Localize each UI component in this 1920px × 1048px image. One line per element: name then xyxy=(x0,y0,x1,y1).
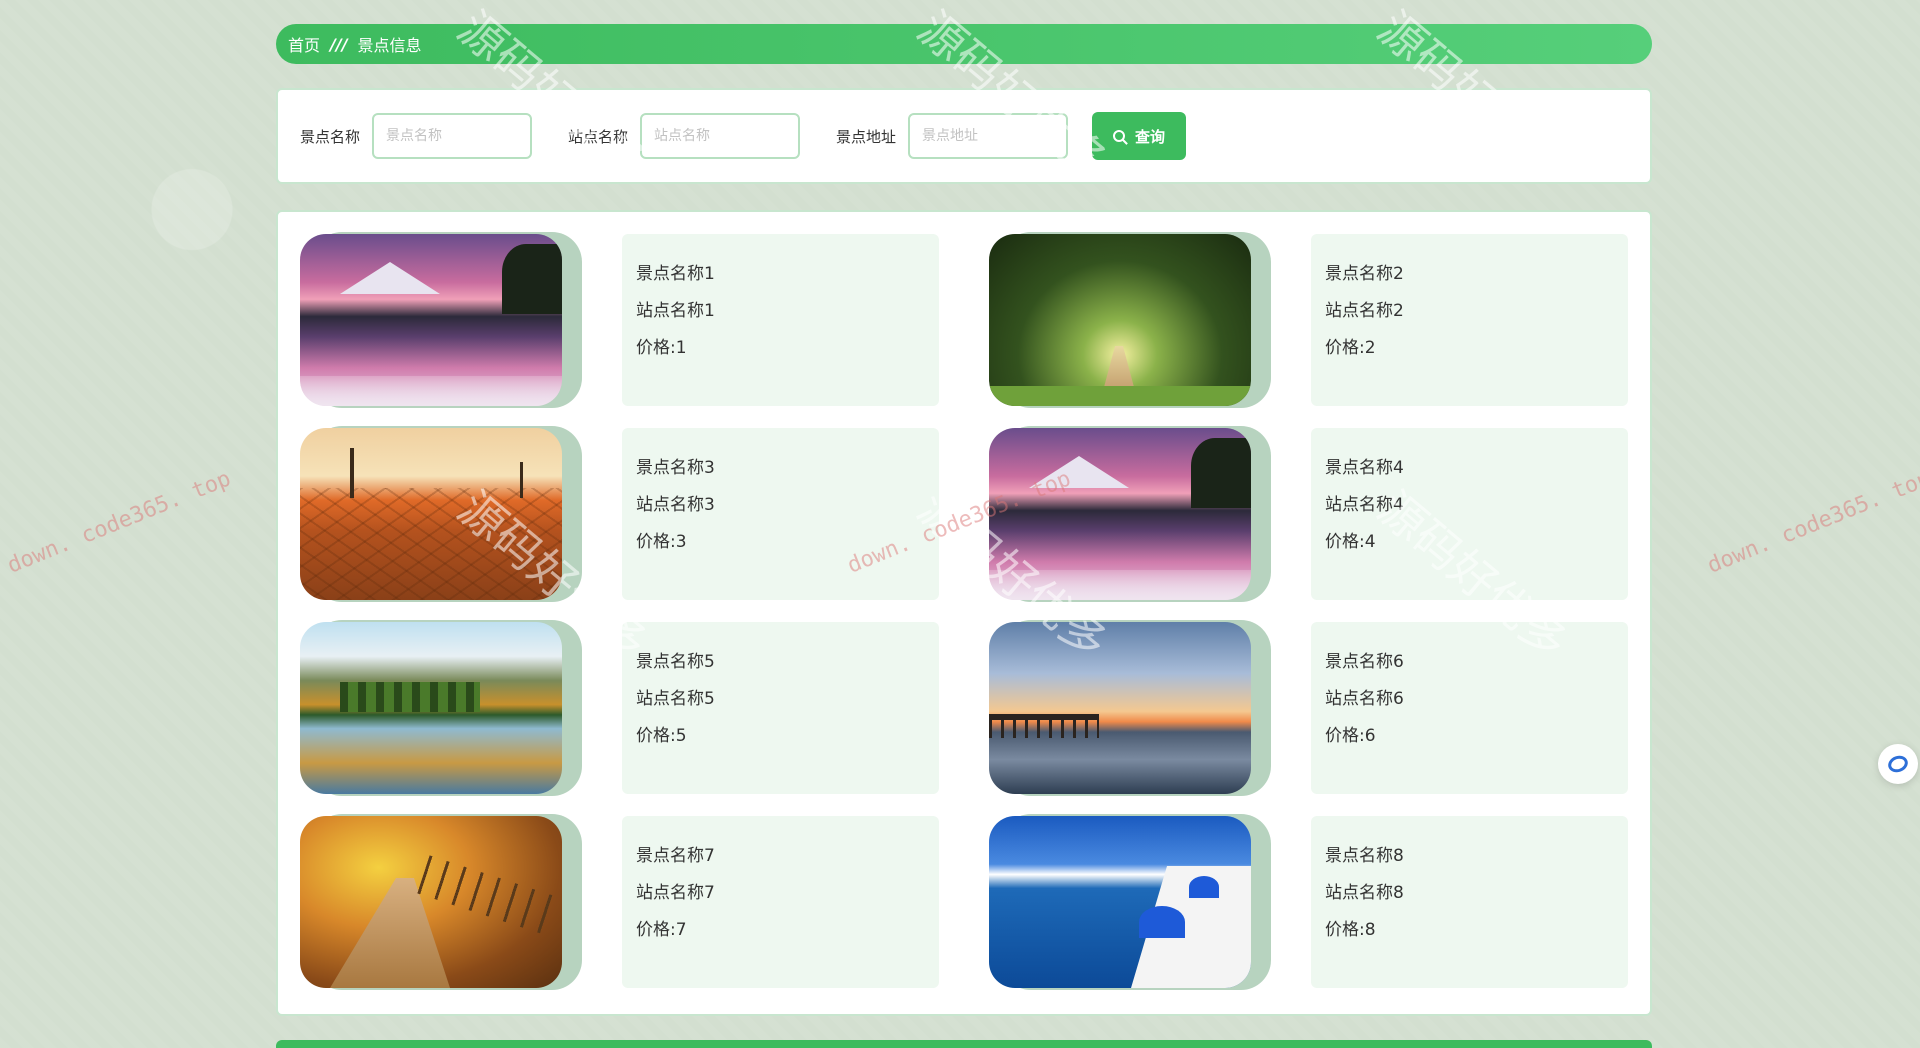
station-name-label: 站点名称 xyxy=(568,127,629,146)
station-name-input[interactable] xyxy=(640,113,801,159)
search-group-station-name: 站点名称 xyxy=(568,113,801,159)
scenic-price: 价格:4 xyxy=(1325,532,1376,552)
scenic-card[interactable]: 景点名称8 站点名称8 价格:8 xyxy=(989,814,1628,990)
scenic-name: 景点名称4 xyxy=(1325,458,1404,478)
scenic-address-input[interactable] xyxy=(908,113,1069,159)
scenic-thumbnail[interactable] xyxy=(300,426,582,602)
scenic-photo xyxy=(300,428,562,600)
scenic-price: 价格:2 xyxy=(1325,338,1376,358)
scenic-photo xyxy=(300,622,562,794)
scenic-card[interactable]: 景点名称4 站点名称4 价格:4 xyxy=(989,426,1628,602)
scenic-thumbnail[interactable] xyxy=(989,426,1271,602)
scenic-photo xyxy=(300,234,562,406)
station-name: 站点名称1 xyxy=(636,301,715,321)
scenic-image[interactable] xyxy=(300,428,562,600)
scenic-image[interactable] xyxy=(300,816,562,988)
page-container: 首页 /// 景点信息 景点名称 站点名称 景点地址 查询 xyxy=(276,24,1652,1016)
scenic-info[interactable]: 景点名称4 站点名称4 价格:4 xyxy=(1311,428,1628,600)
scenic-card[interactable]: 景点名称1 站点名称1 价格:1 xyxy=(300,232,939,408)
scenic-thumbnail[interactable] xyxy=(989,814,1271,990)
scenic-photo xyxy=(989,428,1251,600)
station-name: 站点名称2 xyxy=(1325,301,1404,321)
scenic-price: 价格:7 xyxy=(636,920,687,940)
watermark-url: down. code365. top xyxy=(3,466,235,579)
search-button-label: 查询 xyxy=(1135,127,1166,146)
scenic-price: 价格:5 xyxy=(636,726,687,746)
breadcrumb: 首页 /// 景点信息 xyxy=(276,24,1652,64)
scenic-info[interactable]: 景点名称8 站点名称8 价格:8 xyxy=(1311,816,1628,988)
scenic-name: 景点名称8 xyxy=(1325,846,1404,866)
search-group-scenic-name: 景点名称 xyxy=(300,113,533,159)
scenic-image[interactable] xyxy=(989,428,1251,600)
scenic-image[interactable] xyxy=(989,816,1251,988)
scenic-name-label: 景点名称 xyxy=(300,127,361,146)
station-name: 站点名称8 xyxy=(1325,883,1404,903)
search-group-scenic-address: 景点地址 xyxy=(836,113,1069,159)
scenic-name: 景点名称7 xyxy=(636,846,715,866)
search-button[interactable]: 查询 xyxy=(1092,112,1187,160)
scenic-info[interactable]: 景点名称3 站点名称3 价格:3 xyxy=(622,428,939,600)
scenic-card[interactable]: 景点名称7 站点名称7 价格:7 xyxy=(300,814,939,990)
scenic-photo xyxy=(300,816,562,988)
scenic-card[interactable]: 景点名称5 站点名称5 价格:5 xyxy=(300,620,939,796)
scenic-name-input[interactable] xyxy=(372,113,533,159)
assistant-icon xyxy=(1885,753,1911,775)
scenic-name: 景点名称1 xyxy=(636,264,715,284)
scenic-thumbnail[interactable] xyxy=(989,232,1271,408)
scenic-card[interactable]: 景点名称6 站点名称6 价格:6 xyxy=(989,620,1628,796)
scenic-price: 价格:3 xyxy=(636,532,687,552)
scenic-photo xyxy=(989,234,1251,406)
scenic-image[interactable] xyxy=(300,234,562,406)
search-panel: 景点名称 站点名称 景点地址 查询 xyxy=(276,88,1652,184)
station-name: 站点名称3 xyxy=(636,495,715,515)
scenic-card[interactable]: 景点名称3 站点名称3 价格:3 xyxy=(300,426,939,602)
scenic-thumbnail[interactable] xyxy=(300,232,582,408)
station-name: 站点名称6 xyxy=(1325,689,1404,709)
scenic-thumbnail[interactable] xyxy=(989,620,1271,796)
scenic-name: 景点名称5 xyxy=(636,652,715,672)
scenic-thumbnail[interactable] xyxy=(300,814,582,990)
scenic-info[interactable]: 景点名称6 站点名称6 价格:6 xyxy=(1311,622,1628,794)
bottom-bar xyxy=(276,1040,1652,1048)
scenic-price: 价格:1 xyxy=(636,338,687,358)
scenic-address-label: 景点地址 xyxy=(836,127,897,146)
scenic-info[interactable]: 景点名称1 站点名称1 价格:1 xyxy=(622,234,939,406)
scenic-image[interactable] xyxy=(300,622,562,794)
station-name: 站点名称4 xyxy=(1325,495,1404,515)
scenic-thumbnail[interactable] xyxy=(300,620,582,796)
station-name: 站点名称5 xyxy=(636,689,715,709)
scenic-info[interactable]: 景点名称7 站点名称7 价格:7 xyxy=(622,816,939,988)
scenic-price: 价格:8 xyxy=(1325,920,1376,940)
search-icon xyxy=(1113,130,1126,142)
scenic-card[interactable]: 景点名称2 站点名称2 价格:2 xyxy=(989,232,1628,408)
scenic-name: 景点名称6 xyxy=(1325,652,1404,672)
scenic-list: 景点名称1 站点名称1 价格:1 景点名称2 站点名称2 价格:2 景点名称3 … xyxy=(276,210,1652,1016)
scenic-image[interactable] xyxy=(989,234,1251,406)
station-name: 站点名称7 xyxy=(636,883,715,903)
scenic-price: 价格:6 xyxy=(1325,726,1376,746)
scenic-photo xyxy=(989,816,1251,988)
watermark-url: down. code365. top xyxy=(1703,466,1920,579)
scenic-info[interactable]: 景点名称5 站点名称5 价格:5 xyxy=(622,622,939,794)
floating-assistant-button[interactable] xyxy=(1878,744,1918,784)
scenic-name: 景点名称3 xyxy=(636,458,715,478)
scenic-info[interactable]: 景点名称2 站点名称2 价格:2 xyxy=(1311,234,1628,406)
scenic-name: 景点名称2 xyxy=(1325,264,1404,284)
breadcrumb-separator: /// xyxy=(330,34,348,54)
scenic-image[interactable] xyxy=(989,622,1251,794)
breadcrumb-current: 景点信息 xyxy=(357,36,422,55)
breadcrumb-home[interactable]: 首页 xyxy=(288,32,320,56)
scenic-photo xyxy=(989,622,1251,794)
